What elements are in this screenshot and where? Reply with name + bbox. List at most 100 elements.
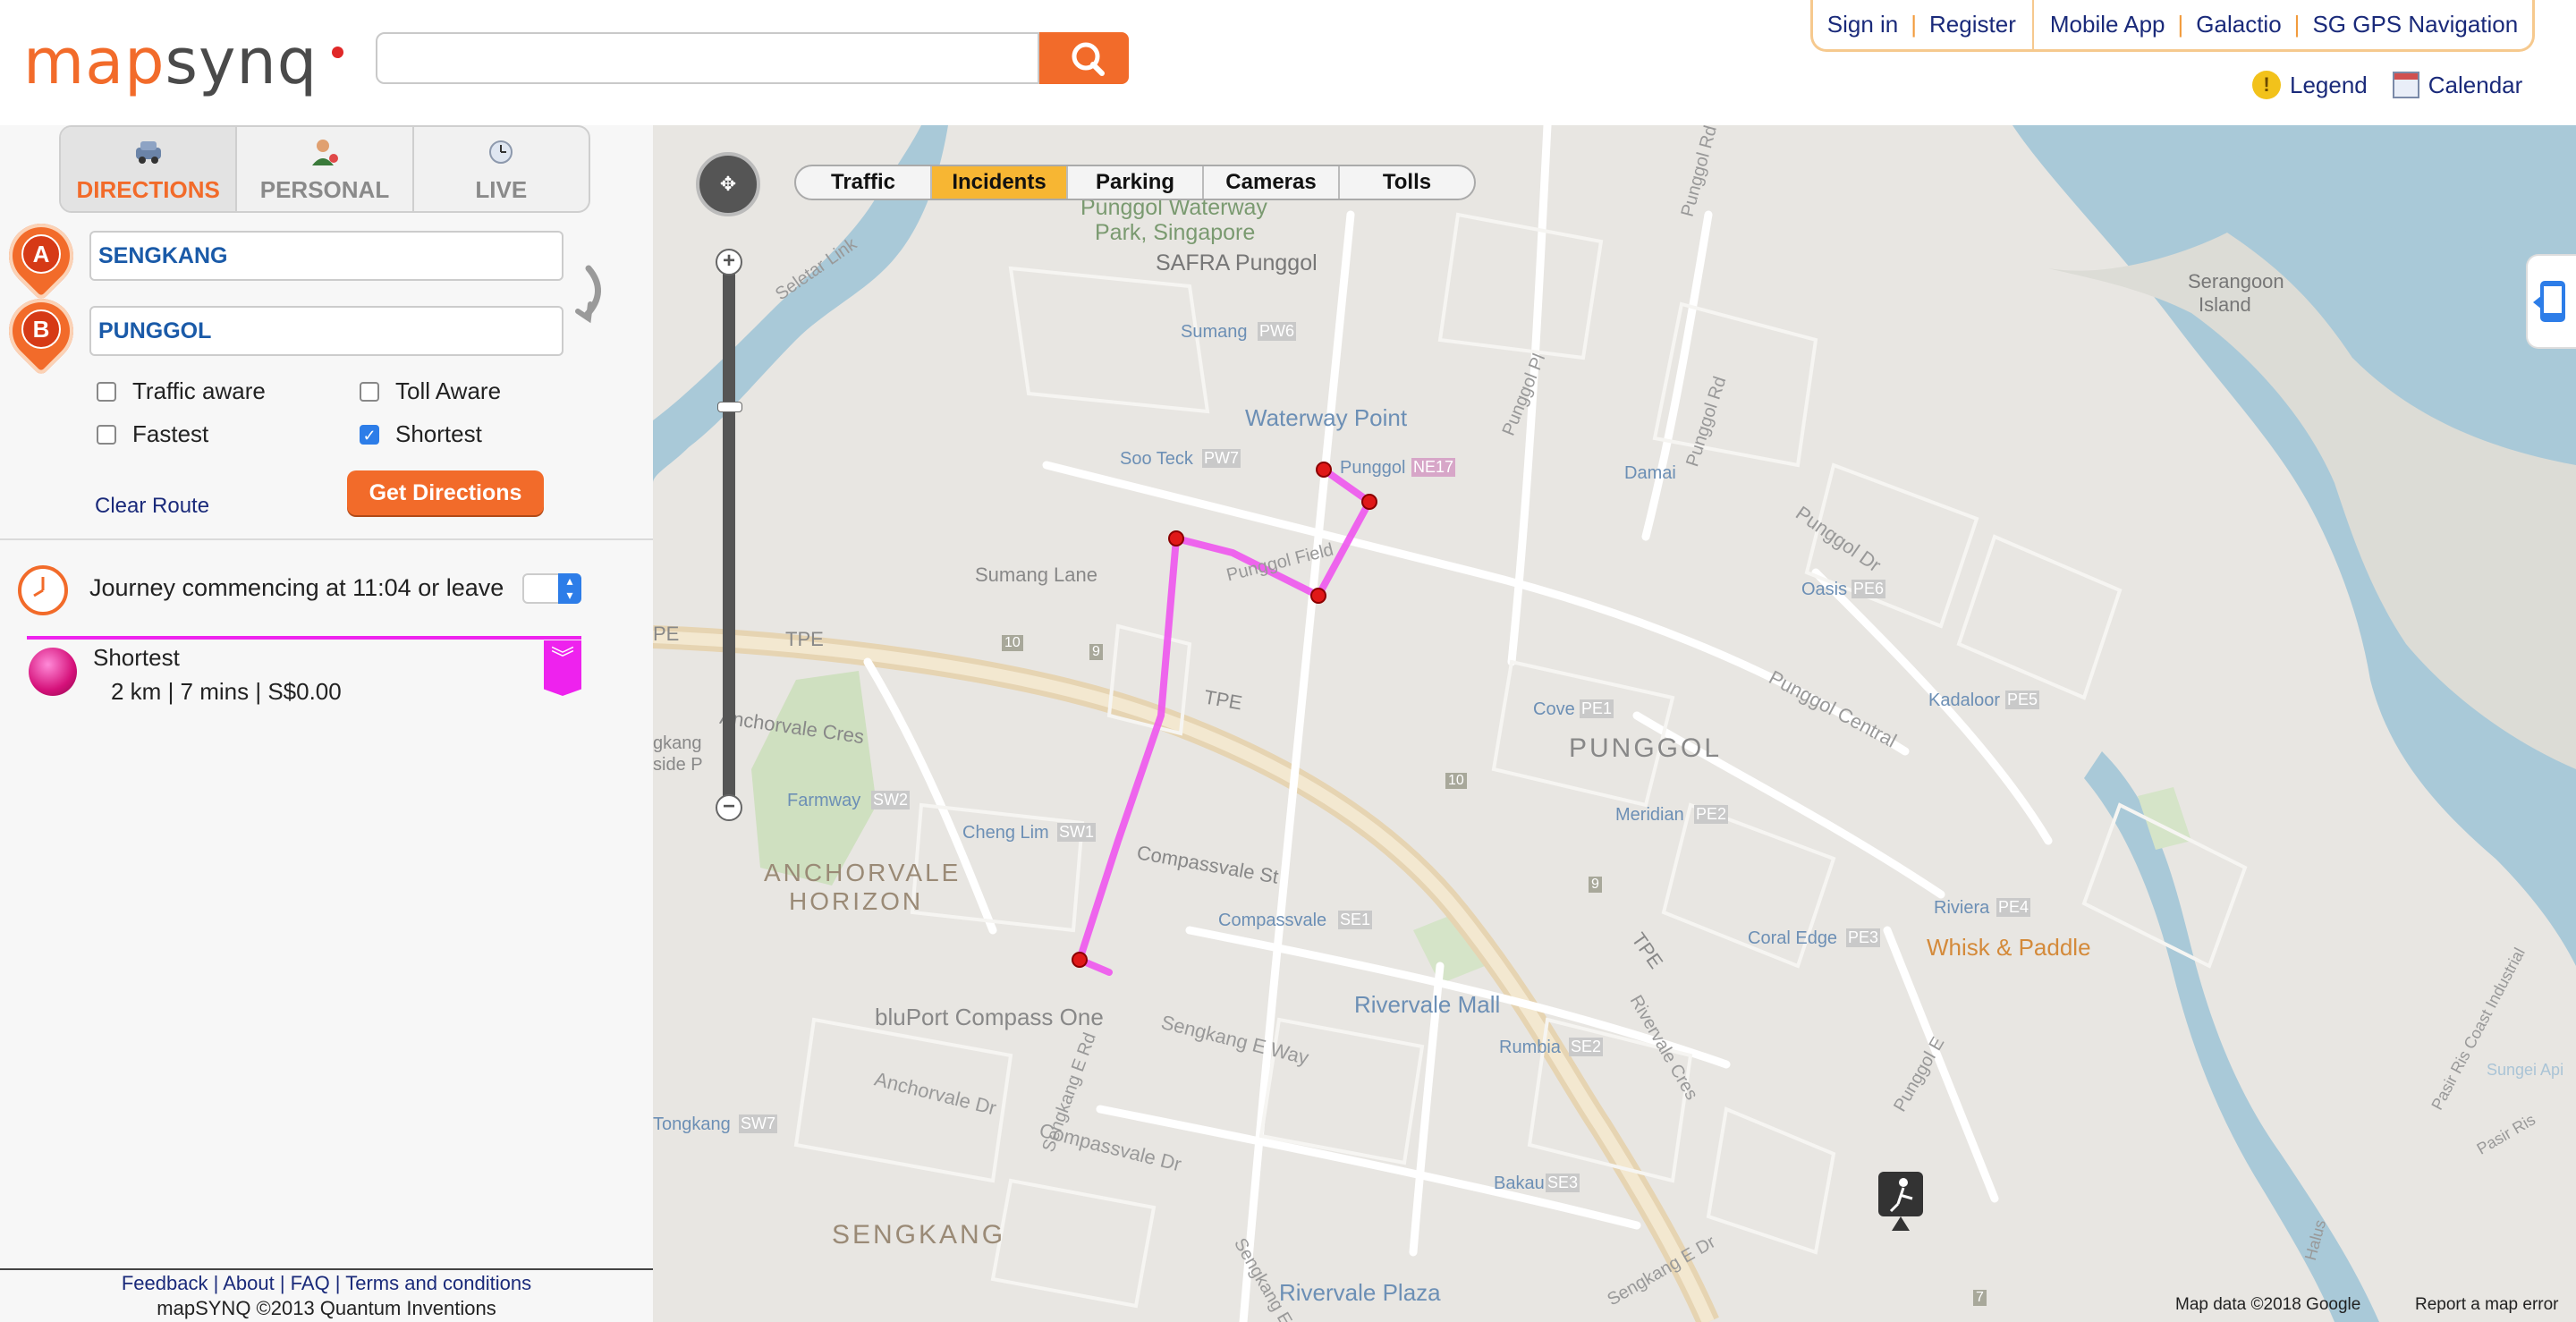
route-waypoint[interactable] (1310, 588, 1326, 604)
calendar-link[interactable]: Calendar (2428, 72, 2523, 99)
tab-personal-label: PERSONAL (259, 176, 390, 203)
map-label: Cheng Lim (962, 823, 1049, 843)
exit-number: 10 (1445, 773, 1467, 789)
tab-directions[interactable]: DIRECTIONS (61, 127, 238, 211)
route-waypoint[interactable] (1316, 462, 1332, 478)
map-label: side P (653, 755, 703, 775)
map-label: Serangoon (2188, 270, 2284, 292)
map-label: Punggol (1340, 458, 1406, 478)
map-label: Compassvale (1218, 911, 1327, 930)
feedback-link[interactable]: Feedback (122, 1272, 208, 1294)
map-label: Bakau (1494, 1174, 1545, 1193)
zoom-out-button[interactable]: − (716, 794, 742, 821)
station-code: SE2 (1569, 1038, 1604, 1056)
map-label: Farmway (787, 791, 861, 810)
calendar-icon[interactable] (2392, 72, 2419, 98)
mapsynq-logo[interactable]: mapsynq (23, 21, 318, 102)
layer-incidents[interactable]: Incidents (932, 166, 1068, 199)
map-label: Coral Edge (1748, 928, 1838, 948)
logo-text-map: map (23, 25, 165, 98)
station-code: SW7 (739, 1114, 778, 1133)
zoom-handle[interactable] (717, 401, 742, 412)
station-code: PE4 (1996, 898, 2031, 917)
zoom-track[interactable] (723, 267, 735, 803)
map-label: SAFRA Punggol (1156, 250, 1318, 275)
map-label: Rumbia (1499, 1038, 1561, 1057)
route-color-line (27, 636, 581, 640)
origin-input[interactable] (89, 231, 564, 281)
register-link[interactable]: Register (1929, 11, 2016, 38)
get-directions-button[interactable]: Get Directions (347, 470, 544, 515)
station-code: SE1 (1338, 911, 1373, 929)
search-input[interactable] (376, 32, 1039, 84)
phone-icon (2533, 281, 2565, 322)
layer-traffic[interactable]: Traffic (796, 166, 932, 199)
clear-route-link[interactable]: Clear Route (95, 494, 209, 519)
toll-aware-option[interactable]: Toll Aware (360, 377, 501, 405)
layer-parking[interactable]: Parking (1068, 166, 1204, 199)
tab-live[interactable]: LIVE (414, 127, 589, 211)
pan-control[interactable]: ✥ (696, 152, 760, 216)
shortest-checkbox[interactable]: ✓ (360, 424, 379, 445)
map-label: Rivervale Mall (1354, 991, 1501, 1018)
station-code: PE2 (1694, 805, 1729, 824)
road-label: TPE (785, 628, 824, 650)
departure-clock-icon (18, 565, 68, 615)
terms-link[interactable]: Terms and conditions (345, 1272, 531, 1294)
search-button[interactable] (1039, 32, 1129, 84)
route-waypoint[interactable] (1361, 494, 1377, 510)
fastest-option[interactable]: Fastest (97, 420, 208, 448)
layer-cameras[interactable]: Cameras (1204, 166, 1340, 199)
legend-link[interactable]: Legend (2290, 72, 2368, 99)
map-canvas[interactable]: Punggol Waterway Park, Singapore SAFRA P… (653, 125, 2576, 1322)
sg-gps-navigation-link[interactable]: SG GPS Navigation (2312, 11, 2518, 38)
layer-tolls[interactable]: Tolls (1340, 166, 1474, 199)
map-label: Whisk & Paddle (1927, 934, 2091, 961)
map-label: Riviera (1934, 898, 1990, 918)
map-label: Tongkang (653, 1114, 731, 1134)
galactio-link[interactable]: Galactio (2196, 11, 2281, 38)
tab-personal[interactable]: PERSONAL (237, 127, 414, 211)
fastest-checkbox[interactable] (97, 424, 116, 445)
destination-input[interactable] (89, 306, 564, 356)
map-label: Island (2199, 293, 2251, 316)
destination-marker: B (0, 285, 87, 377)
route-waypoint[interactable] (1168, 530, 1184, 547)
traffic-aware-option[interactable]: Traffic aware (97, 377, 266, 405)
journey-start-text: Journey commencing at 11:04 or leave (89, 574, 504, 601)
station-code: PE6 (1852, 580, 1886, 598)
origin-marker: A (0, 210, 87, 301)
route-name[interactable]: Shortest (93, 644, 180, 672)
map-label: bluPort Compass One (875, 1004, 1104, 1030)
mobile-app-link[interactable]: Mobile App (2050, 11, 2165, 38)
map-label: Park, Singapore (1095, 220, 1256, 245)
sign-in-link[interactable]: Sign in (1827, 11, 1899, 38)
select-arrows-icon: ▴ ▾ (558, 573, 581, 604)
panel-tabs: DIRECTIONS PERSONAL LIVE (59, 125, 590, 213)
shortest-option[interactable]: ✓ Shortest (360, 420, 482, 448)
zoom-slider[interactable]: + − (716, 249, 742, 821)
mobile-app-button[interactable] (2526, 254, 2576, 349)
route-color-icon (29, 648, 77, 696)
expand-route-details-button[interactable]: ︾ (544, 640, 581, 696)
faq-link[interactable]: FAQ (291, 1272, 330, 1294)
destination-letter: B (21, 309, 61, 349)
area-label: PUNGGOL (1569, 733, 1723, 763)
legend-calendar-row: ! Legend Calendar (2252, 70, 2522, 100)
swap-route-icon[interactable] (572, 259, 617, 331)
zoom-in-button[interactable]: + (716, 249, 742, 275)
roadworks-incident-icon[interactable] (1878, 1172, 1923, 1231)
map-label: Sumang (1181, 322, 1248, 342)
about-link[interactable]: About (223, 1272, 275, 1294)
report-map-error-link[interactable]: Report a map error (2415, 1295, 2559, 1315)
route-waypoint[interactable] (1072, 952, 1088, 968)
footer-links: Feedback | About | FAQ | Terms and condi… (121, 1272, 532, 1294)
toll-aware-checkbox[interactable] (360, 381, 379, 402)
leave-time-select[interactable]: ▴ ▾ (522, 573, 581, 604)
fastest-label: Fastest (132, 420, 209, 447)
divider (0, 538, 653, 540)
station-code: SW2 (871, 791, 911, 809)
map-label: Sungei Api (2487, 1061, 2564, 1079)
legend-icon[interactable]: ! (2252, 71, 2281, 99)
traffic-aware-checkbox[interactable] (97, 381, 116, 402)
